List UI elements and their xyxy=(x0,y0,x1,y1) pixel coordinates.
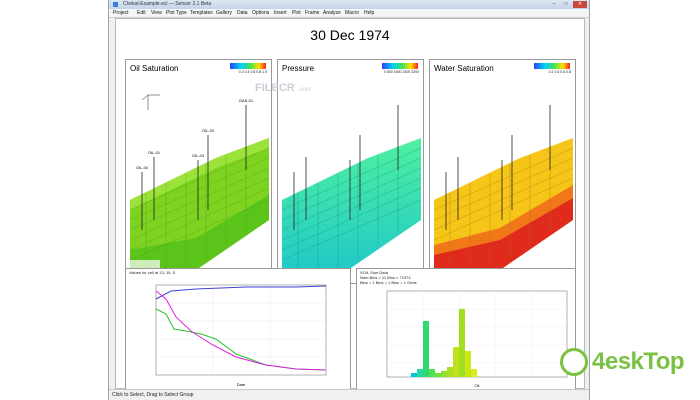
reservoir-3d-view xyxy=(433,105,574,275)
menu-macro[interactable]: Macro xyxy=(345,9,359,17)
well-label: GAS-01 xyxy=(239,98,254,103)
well-label: OIL-02 xyxy=(202,128,215,133)
app-icon xyxy=(113,2,118,7)
menu-view[interactable]: View xyxy=(151,9,162,17)
menu-frame[interactable]: Frame xyxy=(305,9,319,17)
x-axis-label: Date xyxy=(237,382,246,387)
status-text: Click to Select, Drag to Select Group xyxy=(112,392,194,398)
plot-canvas[interactable]: 30 Dec 1974 Oil Saturation 0.2 0.4 0.6 0… xyxy=(115,18,585,390)
desktop-text: 4eskTop xyxy=(592,348,685,375)
desktop-watermark: 4eskTop xyxy=(560,344,692,384)
window-title: Chekal-Example.ecl — Sensor 2.1 Beta xyxy=(123,1,212,7)
page-title: 30 Dec 1974 xyxy=(310,27,390,43)
menu-templates[interactable]: Templates xyxy=(190,9,213,17)
histogram-graph[interactable]: XOIL Sum Data Num Bins = 11 Bins = 71974… xyxy=(356,268,576,390)
menu-options[interactable]: Options xyxy=(252,9,269,17)
filecr-sub: .com xyxy=(297,87,311,93)
status-bar: Click to Select, Drag to Select Group xyxy=(109,389,589,400)
menu-help[interactable]: Help xyxy=(364,9,374,17)
menu-bar: Project Edit View Plot Type Templates Ga… xyxy=(109,9,589,18)
menu-analyze[interactable]: Analyze xyxy=(323,9,341,17)
water-saturation-panel[interactable]: Water Saturation 0.2 0.4 0.6 0.8 xyxy=(429,59,576,284)
line-plot: Date xyxy=(155,284,327,387)
close-icon[interactable]: ✕ xyxy=(573,1,587,8)
menu-edit[interactable]: Edit xyxy=(137,9,146,17)
app-window: Chekal-Example.ecl — Sensor 2.1 Beta – □… xyxy=(108,0,590,400)
filecr-watermark: FILECR .com xyxy=(255,82,311,94)
maximize-icon[interactable]: □ xyxy=(561,1,571,8)
menu-insert[interactable]: Insert xyxy=(274,9,287,17)
filecr-text: FILECR xyxy=(255,82,295,94)
oil-saturation-panel[interactable]: Oil Saturation 0.2 0.4 0.6 0.8 1.0 GAS-0… xyxy=(125,59,272,284)
histogram-plot: Oil xyxy=(386,290,568,388)
well-label: OIL-01 xyxy=(148,150,161,155)
title-bar: Chekal-Example.ecl — Sensor 2.1 Beta – □… xyxy=(109,0,589,9)
menu-data[interactable]: Data xyxy=(237,9,248,17)
menu-plot[interactable]: Plot xyxy=(292,9,301,17)
time-series-graph[interactable]: Values for cell at 13, 15, 5 Date xyxy=(125,268,351,390)
well-label: OIL-04 xyxy=(136,165,149,170)
minimize-icon[interactable]: – xyxy=(549,1,559,8)
well-label: OIL-03 xyxy=(192,153,205,158)
reservoir-3d-view: GAS-01 OIL-01 OIL-02 OIL-03 OIL-04 xyxy=(129,94,270,278)
desktop-logo-icon xyxy=(560,348,588,376)
menu-gallery[interactable]: Gallery xyxy=(216,9,232,17)
x-axis-label: Oil xyxy=(475,383,480,388)
menu-project[interactable]: Project xyxy=(113,9,129,17)
menu-plot-type[interactable]: Plot Type xyxy=(166,9,187,17)
